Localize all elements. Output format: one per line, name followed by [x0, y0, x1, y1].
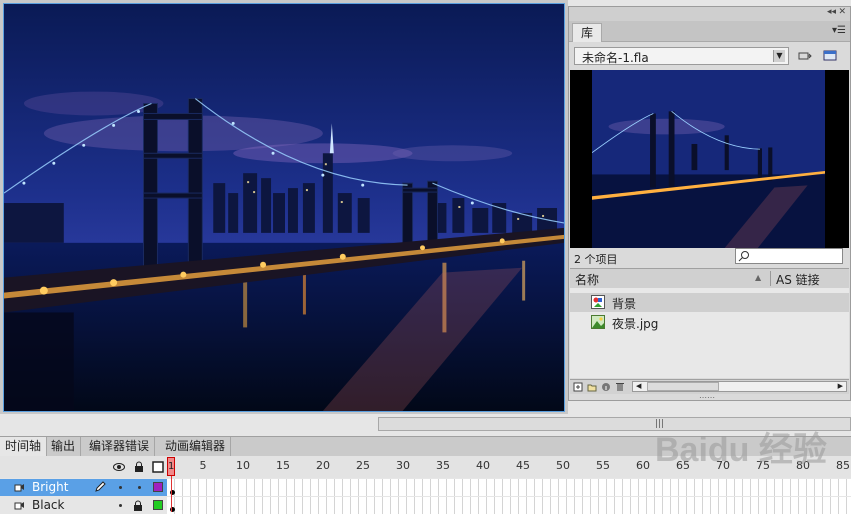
- layer-icon: [14, 502, 24, 510]
- pin-library-icon[interactable]: [797, 48, 813, 63]
- layer-name[interactable]: Black: [32, 498, 64, 512]
- document-select[interactable]: 未命名-1.fla ▼: [574, 47, 789, 65]
- stage-area: [0, 0, 568, 414]
- item-name: 夜景.jpg: [612, 317, 659, 331]
- lock-dot[interactable]: [138, 486, 141, 489]
- ruler-tick: 30: [396, 459, 410, 472]
- close-icon[interactable]: ✕: [838, 7, 846, 17]
- tab-compiler-errors[interactable]: 编译器错误: [84, 437, 156, 456]
- lock-icon[interactable]: [133, 500, 143, 511]
- outline-color-swatch[interactable]: [153, 500, 163, 510]
- item-name: 背景: [612, 297, 637, 311]
- pencil-icon[interactable]: [94, 481, 106, 493]
- lock-icon[interactable]: [133, 461, 145, 473]
- visibility-dot[interactable]: [119, 486, 122, 489]
- ruler-tick: 45: [516, 459, 530, 472]
- eye-icon[interactable]: [113, 461, 125, 473]
- frames-black[interactable]: [167, 497, 851, 514]
- document-name: 未命名-1.fla: [582, 51, 649, 65]
- panel-titlebar: ◂◂ ✕: [569, 7, 850, 21]
- outline-icon[interactable]: [152, 461, 164, 473]
- ruler-tick: 25: [356, 459, 370, 472]
- library-toolbar: ◀ ▶: [570, 379, 849, 394]
- library-panel: ◂◂ ✕ 库 ▾☰ 未命名-1.fla ▼ 2 个项目 名称 ▲ AS 链接 背…: [568, 6, 851, 402]
- tab-timeline[interactable]: 时间轴: [0, 437, 48, 456]
- trash-icon[interactable]: [615, 382, 625, 392]
- list-item-background-symbol[interactable]: 背景: [570, 293, 849, 312]
- layer-icon: [14, 484, 24, 492]
- new-library-panel-icon[interactable]: [823, 48, 839, 63]
- ruler-tick: 40: [476, 459, 490, 472]
- preview-thumbnail: [592, 70, 825, 248]
- ruler-tick: 55: [596, 459, 610, 472]
- ruler-tick: 50: [556, 459, 570, 472]
- tab-motion-editor[interactable]: 动画编辑器: [160, 437, 232, 456]
- collapse-icon[interactable]: ◂◂: [827, 7, 836, 17]
- night-bridge-image: [4, 4, 564, 411]
- playhead[interactable]: 1: [167, 457, 175, 476]
- baidu-jingyan-watermark: Baidu 经验: [655, 430, 827, 469]
- scroll-left-icon[interactable]: ◀: [636, 382, 641, 390]
- watermark-text: Baidu 经验: [655, 430, 827, 469]
- list-item-bitmap[interactable]: 夜景.jpg: [570, 313, 849, 332]
- chevron-down-icon[interactable]: ▼: [773, 50, 785, 62]
- tab-library[interactable]: 库: [572, 23, 603, 42]
- layer-name[interactable]: Bright: [32, 480, 68, 494]
- bitmap-icon: [591, 315, 605, 329]
- tab-output[interactable]: 输出: [46, 437, 82, 456]
- visibility-dot[interactable]: [119, 504, 122, 507]
- library-item-list: 背景 夜景.jpg: [570, 288, 849, 378]
- ruler-tick: 15: [276, 459, 290, 472]
- outline-color-swatch[interactable]: [153, 482, 163, 492]
- new-symbol-icon[interactable]: [573, 382, 583, 392]
- ruler-tick: 35: [436, 459, 450, 472]
- stage-canvas[interactable]: [3, 3, 565, 412]
- column-as-linkage[interactable]: AS 链接: [776, 271, 820, 288]
- panel-menu-icon[interactable]: ▾☰: [832, 25, 846, 36]
- library-horizontal-scrollbar[interactable]: ◀ ▶: [632, 381, 847, 392]
- ruler-tick: 10: [236, 459, 250, 472]
- new-folder-icon[interactable]: [587, 382, 597, 392]
- ruler-tick: 60: [636, 459, 650, 472]
- sort-arrow-icon[interactable]: ▲: [755, 273, 761, 282]
- properties-icon[interactable]: [601, 382, 611, 392]
- ruler-tick: 5: [199, 459, 207, 472]
- ruler-tick: 20: [316, 459, 330, 472]
- scroll-right-icon[interactable]: ▶: [838, 382, 843, 390]
- column-divider: [770, 271, 771, 286]
- library-column-header: 名称 ▲ AS 链接: [570, 268, 849, 289]
- column-name[interactable]: 名称: [575, 271, 599, 288]
- playhead-line: [171, 476, 172, 512]
- library-search-input[interactable]: [735, 248, 843, 264]
- library-tab-strip: 库 ▾☰: [569, 21, 850, 42]
- scroll-thumb[interactable]: [647, 382, 719, 391]
- items-count: 2 个项目: [574, 253, 618, 266]
- search-icon: [738, 251, 749, 262]
- library-preview: [570, 70, 849, 248]
- graphic-symbol-icon: [591, 295, 605, 309]
- resize-handle-icon[interactable]: ⋯⋯: [699, 393, 715, 402]
- frames-bright[interactable]: [167, 479, 851, 496]
